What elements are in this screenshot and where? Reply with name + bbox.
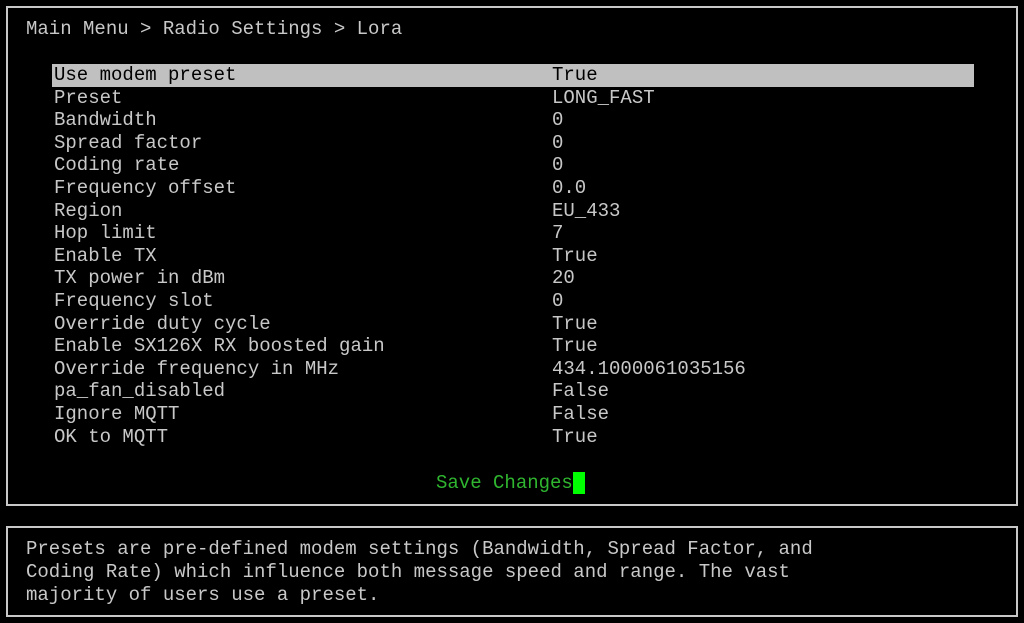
save-changes-button[interactable]: Save Changes	[436, 471, 585, 495]
setting-value: 434.1000061035156	[552, 357, 746, 380]
setting-value: True	[552, 64, 598, 86]
setting-value: 0	[552, 109, 564, 132]
text-cursor	[572, 472, 585, 494]
setting-value: 0	[552, 289, 564, 312]
setting-row-hop-limit[interactable]: Hop limit 7	[52, 222, 974, 245]
setting-row-frequency-offset[interactable]: Frequency offset 0.0	[52, 177, 974, 200]
setting-label: Spread factor	[54, 131, 203, 154]
setting-value: 0.0	[552, 176, 587, 199]
help-text: Presets are pre-defined modem settings (…	[26, 538, 813, 606]
setting-row-override-duty-cycle[interactable]: Override duty cycle True	[52, 313, 974, 336]
save-changes-label: Save Changes	[436, 472, 573, 494]
setting-row-preset[interactable]: Preset LONG_FAST	[52, 87, 974, 110]
setting-label: pa_fan_disabled	[54, 380, 226, 403]
setting-row-bandwidth[interactable]: Bandwidth 0	[52, 109, 974, 132]
setting-row-region[interactable]: Region EU_433	[52, 200, 974, 223]
setting-value: False	[552, 380, 610, 403]
setting-label: TX power in dBm	[54, 267, 226, 290]
setting-value: True	[552, 335, 598, 358]
setting-label: Frequency offset	[54, 176, 237, 199]
setting-row-ok-to-mqtt[interactable]: OK to MQTT True	[52, 426, 974, 449]
setting-row-frequency-slot[interactable]: Frequency slot 0	[52, 290, 974, 313]
setting-row-rx-boosted-gain[interactable]: Enable SX126X RX boosted gain True	[52, 335, 974, 358]
setting-value: 20	[552, 267, 575, 290]
setting-value: 0	[552, 131, 564, 154]
setting-value: True	[552, 244, 598, 267]
setting-label: Override frequency in MHz	[54, 357, 340, 380]
setting-label: Ignore MQTT	[54, 402, 180, 425]
setting-label: Override duty cycle	[54, 312, 271, 335]
setting-label: Use modem preset	[54, 64, 237, 86]
setting-value: EU_433	[552, 199, 621, 222]
setting-label: Frequency slot	[54, 289, 214, 312]
setting-label: Enable TX	[54, 244, 157, 267]
setting-row-coding-rate[interactable]: Coding rate 0	[52, 154, 974, 177]
setting-value: True	[552, 312, 598, 335]
setting-label: Bandwidth	[54, 109, 157, 132]
settings-list: Use modem preset True Preset LONG_FAST B…	[52, 64, 974, 448]
setting-row-override-frequency[interactable]: Override frequency in MHz 434.1000061035…	[52, 358, 974, 381]
setting-value: True	[552, 425, 598, 448]
settings-panel: Main Menu > Radio Settings > Lora Use mo…	[6, 6, 1018, 506]
setting-row-ignore-mqtt[interactable]: Ignore MQTT False	[52, 403, 974, 426]
setting-label: Enable SX126X RX boosted gain	[54, 335, 385, 358]
setting-value: False	[552, 402, 610, 425]
setting-row-spread-factor[interactable]: Spread factor 0	[52, 132, 974, 155]
help-panel: Presets are pre-defined modem settings (…	[6, 526, 1018, 617]
setting-value: 7	[552, 222, 564, 245]
setting-value: 0	[552, 154, 564, 177]
setting-row-pa-fan-disabled[interactable]: pa_fan_disabled False	[52, 380, 974, 403]
setting-row-use-modem-preset[interactable]: Use modem preset True	[52, 64, 974, 87]
setting-label: Hop limit	[54, 222, 157, 245]
setting-label: Region	[54, 199, 123, 222]
setting-row-tx-power[interactable]: TX power in dBm 20	[52, 267, 974, 290]
setting-row-enable-tx[interactable]: Enable TX True	[52, 245, 974, 268]
breadcrumb: Main Menu > Radio Settings > Lora	[26, 18, 403, 40]
setting-label: Coding rate	[54, 154, 180, 177]
setting-value: LONG_FAST	[552, 86, 655, 109]
setting-label: OK to MQTT	[54, 425, 169, 448]
setting-label: Preset	[54, 86, 123, 109]
